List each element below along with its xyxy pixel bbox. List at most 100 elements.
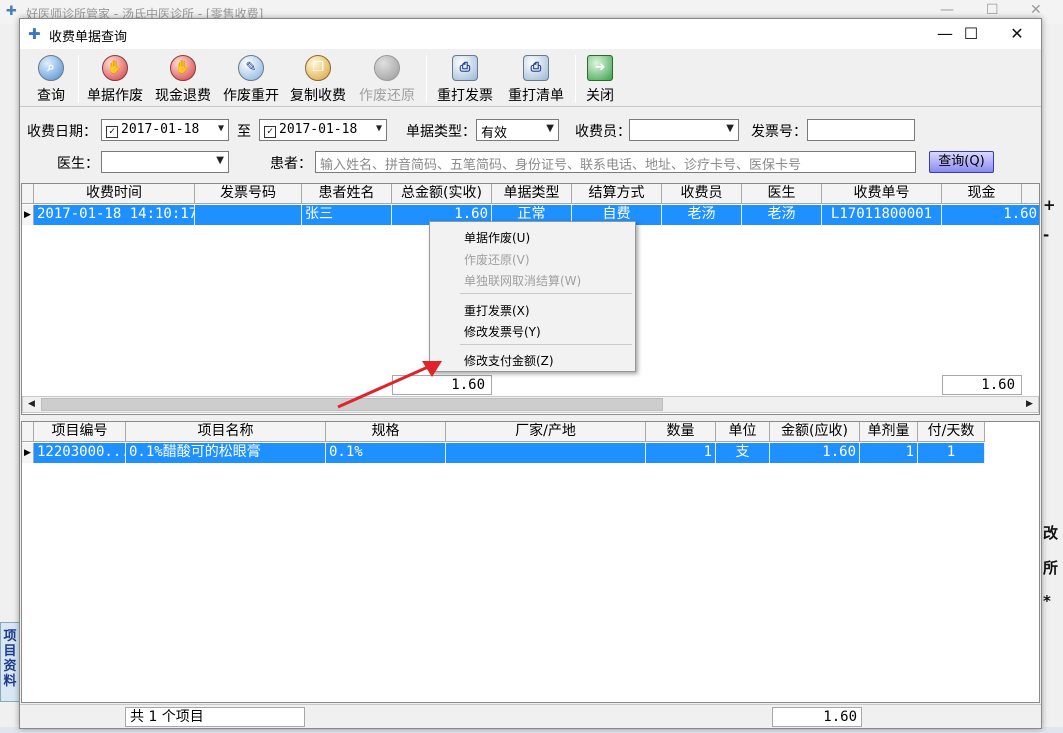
search-icon: ⌕ [38,55,64,81]
column-header[interactable]: 规格 [326,422,446,442]
table-cell: 支 [716,443,770,463]
date-from-picker[interactable]: ✓ 2017-01-18 ▼ [101,119,229,141]
menu-item-reprint-invoice[interactable]: 重打发票(X) [464,302,530,319]
plus-icon[interactable]: + [1043,196,1056,214]
status-bar: 共 1 个项目 1.60 [20,704,1041,728]
column-header[interactable]: 厂家/产地 [446,422,646,442]
column-header[interactable]: 付/天数 [918,422,985,442]
chevron-down-icon: ▼ [546,123,554,134]
void-reopen-button[interactable]: ✎ 作废重开 [219,53,283,105]
cash-footer: 1.60 [942,375,1022,395]
chevron-down-icon: ▼ [375,123,382,134]
receipt-type-select[interactable]: 有效 ▼ [476,119,559,141]
column-header[interactable]: 结算方式 [572,184,662,204]
void-receipt-button[interactable]: ✋ 单据作废 [83,53,147,105]
column-header[interactable]: 现金 [942,184,1022,204]
chevron-down-icon: ▼ [726,123,734,134]
scroll-right-icon[interactable]: ▶ [1021,397,1038,412]
date-to-picker[interactable]: ✓ 2017-01-18 ▼ [259,119,387,141]
toolbar-separator [78,55,79,103]
scroll-left-icon[interactable]: ◀ [23,397,40,412]
reprint-list-button[interactable]: ⎙ 重打清单 [504,53,568,105]
cashier-select[interactable]: ▼ [629,119,739,141]
hand-stop-icon: ✋ [102,55,128,81]
charge-date-label: 收费日期： [27,124,97,140]
column-header[interactable]: 单剂量 [860,422,918,442]
query-button[interactable]: ⌕ 查询 [30,53,72,105]
date-from-checkbox[interactable]: ✓ [106,126,118,138]
toolbar: ⌕ 查询 ✋ 单据作废 ✋ 现金退费 ✎ 作废重开 ❐ 复制收费 作废还原 ⎙ … [20,49,1041,107]
column-header[interactable]: 患者姓名 [302,184,392,204]
left-tab-label: 项目资料 [3,629,17,689]
table-cell: 老汤 [662,205,742,225]
minus-icon[interactable]: - [1043,226,1049,244]
column-header[interactable]: 收费单号 [822,184,942,204]
hand-refund-icon: ✋ [170,55,196,81]
table-cell: 0.1% [326,443,446,463]
close-dialog-button[interactable]: ➜ 关闭 [582,53,618,105]
column-header[interactable]: 总金额(实收) [392,184,492,204]
copy-icon: ❐ [305,55,331,81]
red-arrow-icon [337,361,442,409]
doctor-select[interactable]: ▼ [101,151,229,173]
invoice-number-input[interactable] [807,119,915,141]
copy-charge-button[interactable]: ❐ 复制收费 [286,53,350,105]
exit-door-icon: ➜ [587,55,613,81]
table-cell: 0.1%醋酸可的松眼膏 [126,443,326,463]
background-close-button[interactable]: ✕ [1030,2,1042,18]
close-button[interactable]: ✕ [1002,23,1032,45]
background-side-text: * [1043,592,1051,610]
menu-item-void-restore[interactable]: 作废还原(V) [464,251,530,268]
edit-document-icon: ✎ [238,55,264,81]
printer-icon: ⎙ [452,55,478,81]
maximize-button[interactable]: ☐ [956,23,986,45]
receipt-query-dialog: ✚ 收费单据查询 — ☐ ✕ ⌕ 查询 ✋ 单据作废 ✋ 现金退费 ✎ 作废重开… [19,18,1042,729]
patient-query-button[interactable]: 查询(Q) [929,151,994,173]
restore-disabled-icon [374,55,400,81]
column-header[interactable]: 发票号码 [195,184,302,204]
menu-item-edit-payment-amount[interactable]: 修改支付金额(Z) [464,352,554,369]
printer-icon: ⎙ [523,55,549,81]
column-header[interactable]: 收费时间 [34,184,195,204]
column-header[interactable]: 医生 [742,184,822,204]
background-minimize-button[interactable]: — [940,2,954,18]
menu-item-cancel-settlement[interactable]: 单独联网取消结算(W) [464,272,581,289]
doctor-label: 医生： [57,156,99,172]
cash-refund-button[interactable]: ✋ 现金退费 [151,53,215,105]
column-header[interactable]: 项目名称 [126,422,326,442]
table-cell: L17011800001 [822,205,942,225]
background-left-tab[interactable]: 项目资料 [0,622,20,702]
receipt-type-label: 单据类型： [406,124,476,140]
horizontal-scrollbar[interactable]: ◀ ▶ [22,396,1039,413]
menu-separator [460,344,632,345]
column-header[interactable]: 项目编号 [34,422,126,442]
table-cell: 老汤 [742,205,822,225]
row-pointer-icon: ▶ [22,205,34,225]
table-cell: 1.60 [942,205,1039,225]
status-total: 1.60 [772,707,862,727]
item-count-text: 共 1 个项目 [125,707,305,727]
void-restore-button[interactable]: 作废还原 [355,53,419,105]
context-menu: 单据作废(U) 作废还原(V) 单独联网取消结算(W) 重打发票(X) 修改发票… [429,221,636,372]
column-header[interactable]: 单据类型 [492,184,572,204]
reprint-invoice-button[interactable]: ⎙ 重打发票 [433,53,497,105]
column-header[interactable]: 收费员 [662,184,742,204]
patient-search-input[interactable]: 输入姓名、拼音简码、五笔简码、身份证号、联系电话、地址、诊疗卡号、医保卡号 [315,151,916,173]
cashier-label: 收费员： [575,124,631,140]
menu-item-void-receipt[interactable]: 单据作废(U) [464,229,530,246]
table-cell: 2017-01-18 14:10:17 [34,205,195,225]
menu-item-edit-invoice-number[interactable]: 修改发票号(Y) [464,323,541,340]
column-header[interactable]: 数量 [646,422,716,442]
table-cell: 张三 [302,205,392,225]
background-side-text: 所 [1043,559,1059,577]
column-header[interactable]: 单位 [716,422,770,442]
column-header[interactable]: 金额(应收) [770,422,860,442]
background-right-panel [1040,24,1063,733]
table-cell [446,443,646,463]
menu-separator [460,293,632,294]
column-header-filler [1022,184,1039,204]
toolbar-separator [426,55,427,103]
chevron-down-icon: ▼ [216,155,224,166]
background-maximize-button[interactable]: ☐ [986,2,999,18]
date-to-checkbox[interactable]: ✓ [264,126,276,138]
